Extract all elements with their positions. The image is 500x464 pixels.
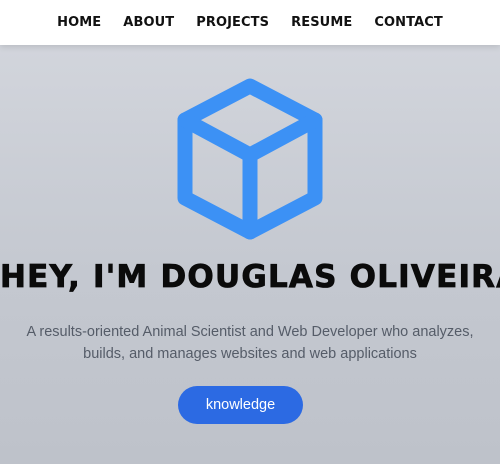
nav-link-resume[interactable]: RESUME [291, 15, 352, 30]
cube-icon [177, 78, 323, 240]
tagline-line-1: A results-oriented Animal Scientist and … [26, 324, 474, 340]
nav-link-projects[interactable]: PROJECTS [196, 15, 269, 30]
hero-tagline: A results-oriented Animal Scientist and … [20, 321, 480, 365]
knowledge-button[interactable]: knowledge [178, 386, 303, 424]
nav-link-home[interactable]: HOME [57, 15, 101, 30]
nav-link-about[interactable]: ABOUT [123, 15, 174, 30]
hero-section: HEY, I'M DOUGLAS OLIVEIRA A results-orie… [0, 45, 500, 464]
tagline-line-2: builds, and manages websites and web app… [83, 346, 417, 362]
nav-link-contact[interactable]: CONTACT [374, 15, 443, 30]
top-navbar: HOME ABOUT PROJECTS RESUME CONTACT [0, 0, 500, 45]
hero-headline: HEY, I'M DOUGLAS OLIVEIRA [0, 259, 500, 296]
